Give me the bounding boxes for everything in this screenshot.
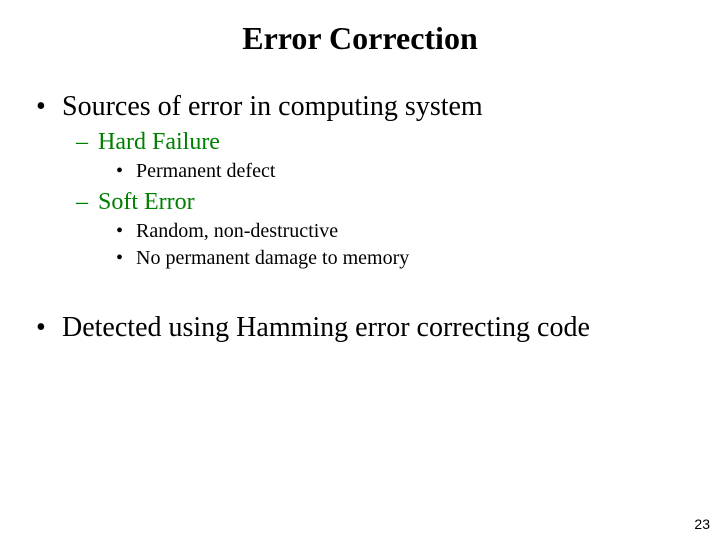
bullet-level3: • No permanent damage to memory (116, 247, 684, 270)
slide-content: • Sources of error in computing system –… (0, 91, 720, 344)
bullet-dot-icon: • (36, 91, 62, 123)
bullet-text: Permanent defect (136, 160, 275, 183)
bullet-text: No permanent damage to memory (136, 247, 409, 270)
dash-icon: – (76, 129, 98, 156)
bullet-text: Sources of error in computing system (62, 91, 483, 123)
bullet-level1: • Detected using Hamming error correctin… (36, 312, 684, 344)
page-title: Error Correction (0, 0, 720, 81)
bullet-text: Hard Failure (98, 129, 220, 156)
bullet-level2: – Hard Failure (76, 129, 684, 156)
dash-icon: – (76, 189, 98, 216)
bullet-text: Detected using Hamming error correcting … (62, 312, 590, 344)
bullet-level1: • Sources of error in computing system (36, 91, 684, 123)
page-number: 23 (694, 516, 710, 532)
bullet-dot-icon: • (116, 220, 136, 243)
bullet-dot-icon: • (116, 160, 136, 183)
bullet-text: Soft Error (98, 189, 195, 216)
slide: Error Correction • Sources of error in c… (0, 0, 720, 540)
bullet-dot-icon: • (116, 247, 136, 270)
bullet-level2: – Soft Error (76, 189, 684, 216)
bullet-text: Random, non-destructive (136, 220, 338, 243)
bullet-level3: • Random, non-destructive (116, 220, 684, 243)
bullet-level3: • Permanent defect (116, 160, 684, 183)
bullet-dot-icon: • (36, 312, 62, 344)
spacer (36, 274, 684, 302)
